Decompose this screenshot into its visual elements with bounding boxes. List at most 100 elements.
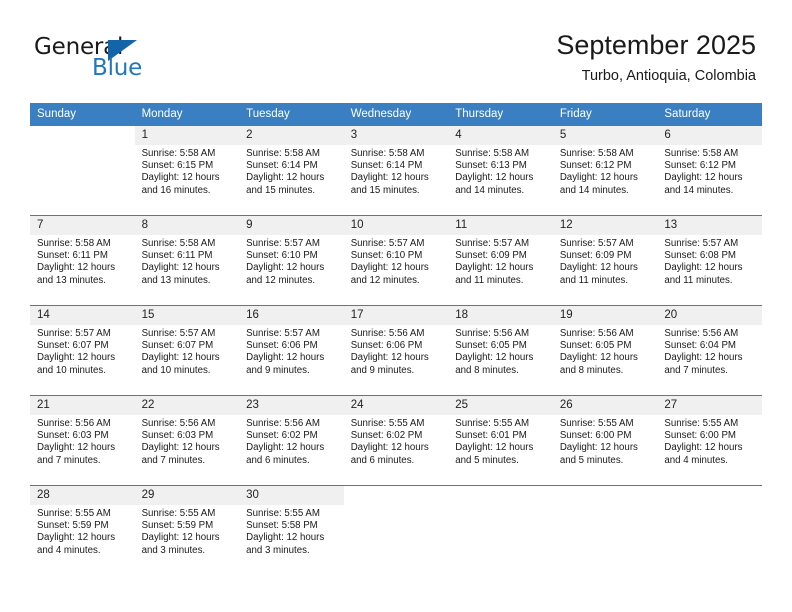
daylight-text-cont: and 8 minutes.	[559, 364, 624, 376]
day-cell[interactable]: 14 Sunrise: 5:57 AM Sunset: 6:07 PM Dayligh…	[30, 306, 135, 395]
calendar-day-cell[interactable]: 19 Sunrise: 5:56 AM Sunset: 6:05 PM Dayligh…	[552, 305, 658, 396]
sunrise-text: Sunrise: 5:56 AM	[350, 328, 425, 339]
calendar-day-cell[interactable]: 29 Sunrise: 5:55 AM Sunset: 5:59 PM Dayligh…	[134, 485, 240, 575]
day-cell[interactable]: 4 Sunrise: 5:58 AM Sunset: 6:13 PM Daylight…	[448, 126, 553, 215]
day-cell[interactable]: 28 Sunrise: 5:55 AM Sunset: 5:59 PM Dayligh…	[30, 486, 135, 575]
day-cell[interactable]: 29 Sunrise: 5:55 AM Sunset: 5:59 PM Dayligh…	[134, 486, 240, 575]
calendar-day-cell[interactable]: 23 Sunrise: 5:56 AM Sunset: 6:02 PM Dayligh…	[239, 395, 344, 486]
calendar-day-cell[interactable]: 11 Sunrise: 5:57 AM Sunset: 6:09 PM Dayligh…	[448, 215, 553, 306]
sunrise-text: Sunrise: 5:55 AM	[559, 418, 634, 429]
calendar-day-cell[interactable]: 4 Sunrise: 5:58 AM Sunset: 6:13 PM Daylight…	[448, 126, 553, 216]
day-cell[interactable]: 2 Sunrise: 5:58 AM Sunset: 6:14 PM Daylight…	[239, 126, 344, 215]
calendar-day-cell[interactable]: 18 Sunrise: 5:56 AM Sunset: 6:05 PM Dayligh…	[448, 305, 553, 396]
sunrise-text: Sunrise: 5:56 AM	[559, 328, 634, 339]
day-details: Sunrise: 5:56 AM Sunset: 6:04 PM Daylight:…	[657, 325, 762, 377]
day-cell[interactable]: 25 Sunrise: 5:55 AM Sunset: 6:01 PM Dayligh…	[448, 396, 553, 485]
sunset-text: Sunset: 6:02 PM	[246, 430, 318, 442]
calendar-day-cell[interactable]: 9 Sunrise: 5:57 AM Sunset: 6:10 PM Daylight…	[239, 215, 344, 306]
day-cell[interactable]: 11 Sunrise: 5:57 AM Sunset: 6:09 PM Dayligh…	[448, 216, 553, 305]
day-cell[interactable]: 7 Sunrise: 5:58 AM Sunset: 6:11 PM Daylight…	[30, 216, 135, 305]
calendar-day-cell[interactable]: 21 Sunrise: 5:56 AM Sunset: 6:03 PM Dayligh…	[30, 395, 135, 486]
day-cell[interactable]: 26 Sunrise: 5:55 AM Sunset: 6:00 PM Dayligh…	[552, 396, 658, 485]
day-cell[interactable]: 23 Sunrise: 5:56 AM Sunset: 6:02 PM Dayligh…	[239, 396, 344, 485]
sunrise-text: Sunrise: 5:58 AM	[246, 148, 320, 159]
day-cell[interactable]: 21 Sunrise: 5:56 AM Sunset: 6:03 PM Dayligh…	[30, 396, 135, 485]
daylight-text: Daylight: 12 hours	[664, 262, 743, 274]
sunset-text: Sunset: 6:14 PM	[350, 160, 423, 172]
daylight-text-cont: and 4 minutes.	[664, 454, 728, 466]
weekday-header-friday: Friday	[552, 103, 658, 126]
day-cell[interactable]: 24 Sunrise: 5:55 AM Sunset: 6:02 PM Dayligh…	[343, 396, 449, 485]
day-cell[interactable]: 15 Sunrise: 5:57 AM Sunset: 6:07 PM Dayligh…	[134, 306, 240, 395]
day-cell[interactable]: 3 Sunrise: 5:58 AM Sunset: 6:14 PM Daylight…	[343, 126, 449, 215]
calendar-day-cell[interactable]	[448, 485, 553, 575]
day-details: Sunrise: 5:57 AM Sunset: 6:10 PM Daylight:…	[344, 235, 449, 287]
calendar-day-cell[interactable]: 15 Sunrise: 5:57 AM Sunset: 6:07 PM Dayligh…	[134, 305, 240, 396]
weekday-header-thursday: Thursday	[448, 103, 553, 126]
calendar-day-cell[interactable]: 6 Sunrise: 5:58 AM Sunset: 6:12 PM Daylight…	[657, 126, 762, 216]
calendar-day-cell[interactable]: 8 Sunrise: 5:58 AM Sunset: 6:11 PM Daylight…	[134, 215, 240, 306]
calendar-day-cell[interactable]: 26 Sunrise: 5:55 AM Sunset: 6:00 PM Dayligh…	[552, 395, 658, 486]
day-cell[interactable]: 5 Sunrise: 5:58 AM Sunset: 6:12 PM Daylight…	[552, 126, 658, 215]
daylight-text-cont: and 12 minutes.	[246, 274, 316, 286]
calendar-day-cell[interactable]	[657, 485, 762, 575]
calendar-day-cell[interactable]: 14 Sunrise: 5:57 AM Sunset: 6:07 PM Dayligh…	[30, 305, 135, 396]
calendar-day-cell[interactable]: 17 Sunrise: 5:56 AM Sunset: 6:06 PM Dayligh…	[343, 305, 449, 396]
calendar-day-cell[interactable]: 16 Sunrise: 5:57 AM Sunset: 6:06 PM Dayligh…	[239, 305, 344, 396]
sunrise-text: Sunrise: 5:58 AM	[141, 238, 216, 249]
day-cell[interactable]: 12 Sunrise: 5:57 AM Sunset: 6:09 PM Dayligh…	[552, 216, 658, 305]
calendar-day-cell[interactable]: 22 Sunrise: 5:56 AM Sunset: 6:03 PM Dayligh…	[134, 395, 240, 486]
day-cell[interactable]: 9 Sunrise: 5:57 AM Sunset: 6:10 PM Daylight…	[239, 216, 344, 305]
day-cell[interactable]: 16 Sunrise: 5:57 AM Sunset: 6:06 PM Dayligh…	[239, 306, 344, 395]
calendar-day-cell[interactable]	[552, 485, 658, 575]
day-cell[interactable]: 27 Sunrise: 5:55 AM Sunset: 6:00 PM Dayligh…	[657, 396, 762, 485]
day-cell[interactable]: 8 Sunrise: 5:58 AM Sunset: 6:11 PM Daylight…	[134, 216, 240, 305]
calendar-day-cell[interactable]: 20 Sunrise: 5:56 AM Sunset: 6:04 PM Dayligh…	[657, 305, 762, 396]
daylight-text: Daylight: 12 hours	[559, 172, 638, 184]
day-cell[interactable]: 10 Sunrise: 5:57 AM Sunset: 6:10 PM Dayligh…	[343, 216, 449, 305]
calendar-day-cell[interactable]: 2 Sunrise: 5:58 AM Sunset: 6:14 PM Daylight…	[239, 126, 344, 216]
sunset-text: Sunset: 6:08 PM	[664, 250, 736, 262]
calendar-day-cell[interactable]: 27 Sunrise: 5:55 AM Sunset: 6:00 PM Dayligh…	[657, 395, 762, 486]
sunset-text: Sunset: 6:13 PM	[455, 160, 527, 172]
sunset-text: Sunset: 6:06 PM	[246, 340, 318, 352]
calendar-week-row: 21 Sunrise: 5:56 AM Sunset: 6:03 PM Dayligh…	[30, 395, 762, 486]
calendar-day-cell[interactable]: 28 Sunrise: 5:55 AM Sunset: 5:59 PM Dayligh…	[30, 485, 135, 575]
day-cell[interactable]: 1 Sunrise: 5:58 AM Sunset: 6:15 PM Daylight…	[134, 126, 240, 215]
day-cell[interactable]: 13 Sunrise: 5:57 AM Sunset: 6:08 PM Dayligh…	[657, 216, 762, 305]
day-number	[344, 486, 449, 505]
calendar-day-cell[interactable]: 5 Sunrise: 5:58 AM Sunset: 6:12 PM Daylight…	[552, 126, 658, 216]
calendar-day-cell[interactable]: 25 Sunrise: 5:55 AM Sunset: 6:01 PM Dayligh…	[448, 395, 553, 486]
daylight-text: Daylight: 12 hours	[246, 172, 325, 184]
day-cell[interactable]: 18 Sunrise: 5:56 AM Sunset: 6:05 PM Dayligh…	[448, 306, 553, 395]
sunrise-text: Sunrise: 5:57 AM	[455, 238, 530, 249]
daylight-text-cont: and 15 minutes.	[350, 184, 420, 196]
day-cell[interactable]: 19 Sunrise: 5:56 AM Sunset: 6:05 PM Dayligh…	[552, 306, 658, 395]
calendar-day-cell[interactable]: 10 Sunrise: 5:57 AM Sunset: 6:10 PM Dayligh…	[343, 215, 449, 306]
calendar-day-cell[interactable]: 30 Sunrise: 5:55 AM Sunset: 5:58 PM Dayligh…	[239, 485, 344, 575]
sunrise-text: Sunrise: 5:56 AM	[37, 418, 111, 429]
day-details: Sunrise: 5:58 AM Sunset: 6:12 PM Daylight:…	[657, 145, 762, 197]
day-number: 16	[239, 306, 344, 325]
sunset-text: Sunset: 6:03 PM	[37, 430, 109, 442]
day-cell[interactable]: 6 Sunrise: 5:58 AM Sunset: 6:12 PM Daylight…	[657, 126, 762, 215]
calendar-day-cell[interactable]: 24 Sunrise: 5:55 AM Sunset: 6:02 PM Dayligh…	[343, 395, 449, 486]
calendar-day-cell[interactable]	[30, 126, 135, 216]
sunset-text: Sunset: 6:03 PM	[141, 430, 214, 442]
daylight-text-cont: and 9 minutes.	[350, 364, 415, 376]
day-details: Sunrise: 5:55 AM Sunset: 6:00 PM Daylight:…	[657, 415, 762, 467]
day-details: Sunrise: 5:57 AM Sunset: 6:08 PM Daylight:…	[657, 235, 762, 287]
calendar-day-cell[interactable]: 1 Sunrise: 5:58 AM Sunset: 6:15 PM Daylight…	[134, 126, 240, 216]
day-cell[interactable]: 30 Sunrise: 5:55 AM Sunset: 5:58 PM Dayligh…	[239, 486, 344, 575]
day-cell-empty	[657, 486, 762, 575]
calendar-day-cell[interactable]: 13 Sunrise: 5:57 AM Sunset: 6:08 PM Dayligh…	[657, 215, 762, 306]
day-cell[interactable]: 20 Sunrise: 5:56 AM Sunset: 6:04 PM Dayligh…	[657, 306, 762, 395]
weekday-header-sunday: Sunday	[30, 103, 135, 126]
calendar-day-cell[interactable]: 3 Sunrise: 5:58 AM Sunset: 6:14 PM Daylight…	[343, 126, 449, 216]
sunrise-text: Sunrise: 5:55 AM	[455, 418, 530, 429]
calendar-day-cell[interactable]	[343, 485, 449, 575]
calendar-day-cell[interactable]: 12 Sunrise: 5:57 AM Sunset: 6:09 PM Dayligh…	[552, 215, 658, 306]
day-cell[interactable]: 17 Sunrise: 5:56 AM Sunset: 6:06 PM Dayligh…	[343, 306, 449, 395]
day-cell[interactable]: 22 Sunrise: 5:56 AM Sunset: 6:03 PM Dayligh…	[134, 396, 240, 485]
calendar-day-cell[interactable]: 7 Sunrise: 5:58 AM Sunset: 6:11 PM Daylight…	[30, 215, 135, 306]
